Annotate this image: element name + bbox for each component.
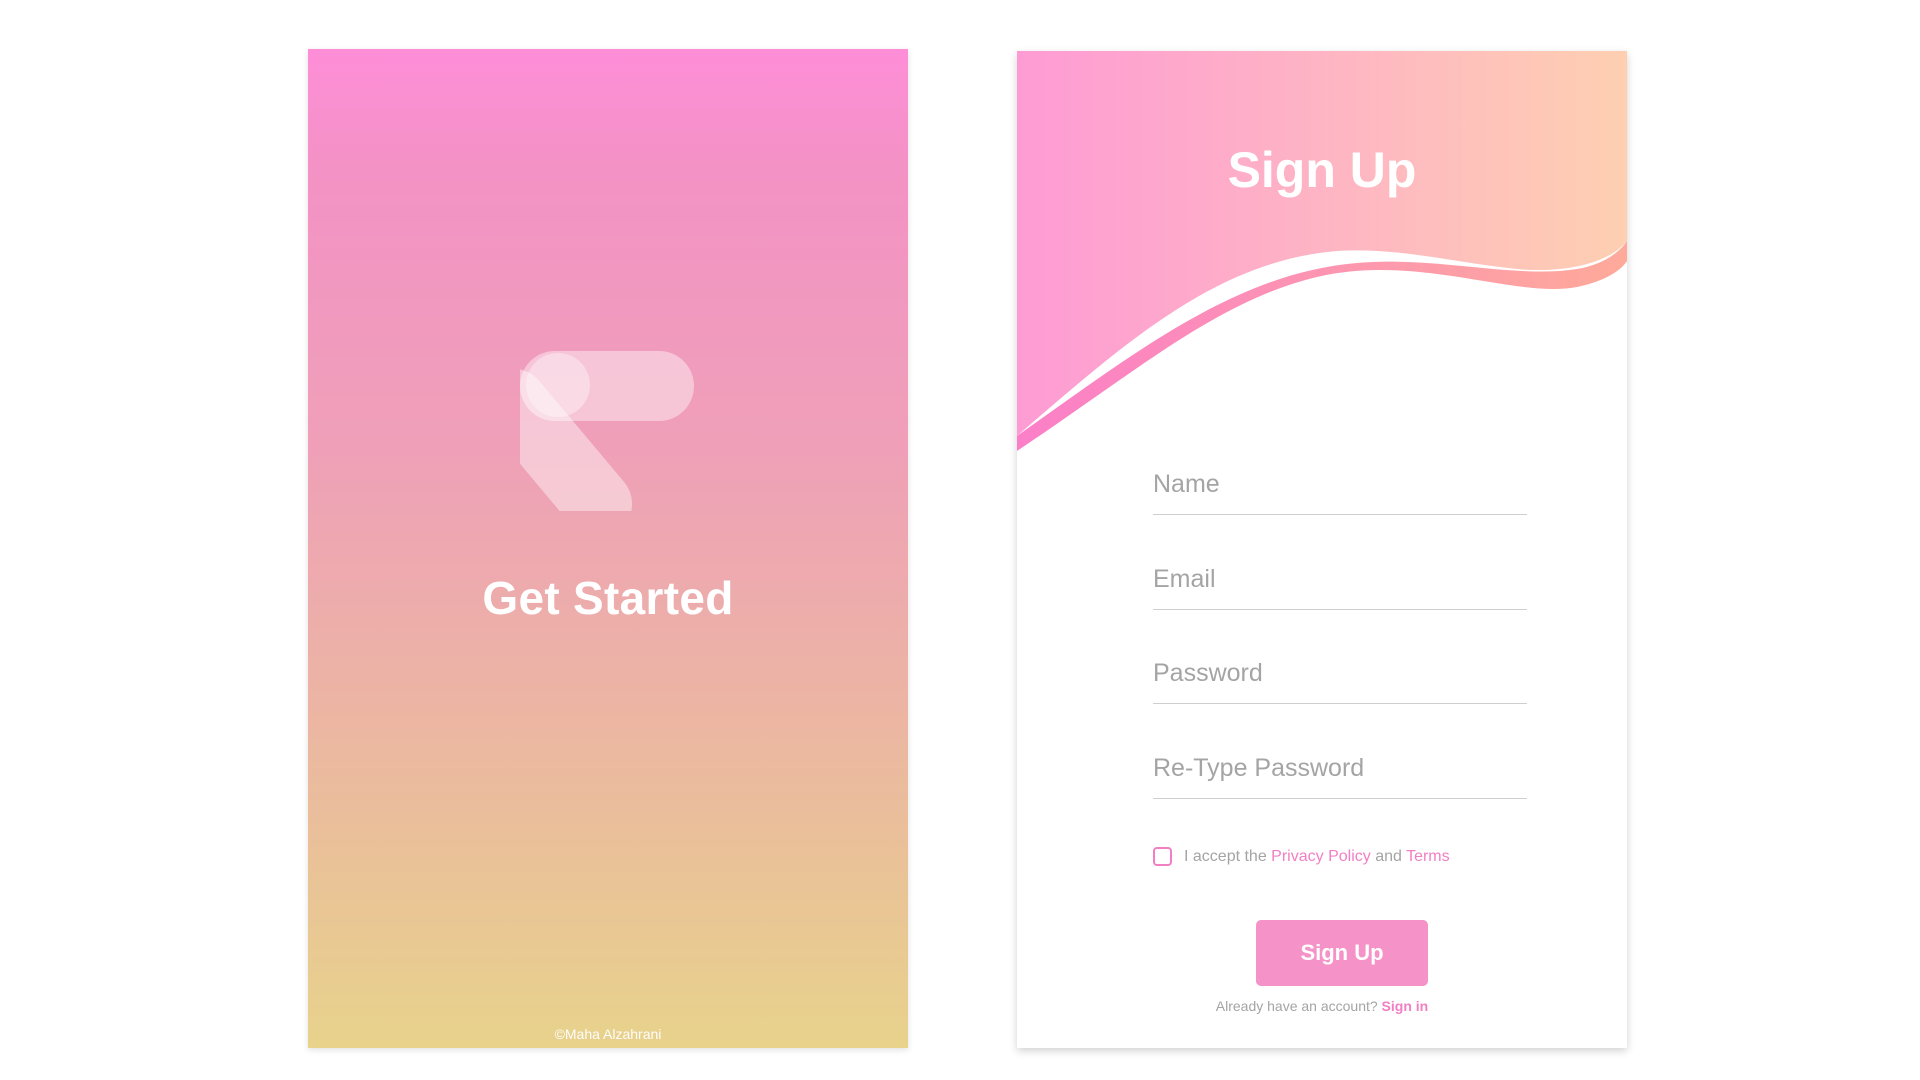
signup-title: Sign Up	[1227, 142, 1417, 198]
terms-checkbox[interactable]	[1153, 847, 1172, 866]
signup-button[interactable]: Sign Up	[1256, 920, 1428, 986]
retype-password-input[interactable]	[1153, 739, 1527, 798]
terms-text: I accept the Privacy Policy and Terms	[1184, 848, 1450, 866]
signin-link[interactable]: Sign in	[1382, 998, 1429, 1014]
signin-prompt: Already have an account?	[1215, 998, 1378, 1014]
email-input[interactable]	[1153, 550, 1527, 609]
name-field	[1153, 455, 1527, 515]
terms-prefix: I accept the	[1184, 847, 1267, 865]
privacy-policy-link[interactable]: Privacy Policy	[1271, 848, 1371, 865]
signin-line: Already have an account? Sign in	[1017, 998, 1627, 1014]
name-input[interactable]	[1153, 455, 1527, 514]
terms-row: I accept the Privacy Policy and Terms	[1153, 847, 1450, 866]
stage: Get Started ©Maha Alzahrani Sign Up Name…	[0, 0, 1920, 1080]
terms-conjunction: and	[1375, 847, 1402, 865]
copyright-text: ©Maha Alzahrani	[554, 1026, 662, 1042]
get-started-title: Get Started	[482, 572, 734, 624]
header-wave-background	[1017, 51, 1627, 451]
signup-screen: Sign Up I accept the Privacy Policy and …	[1017, 51, 1627, 1048]
retype-password-field	[1153, 739, 1527, 799]
email-field	[1153, 550, 1527, 610]
v-logo-icon	[520, 351, 694, 511]
password-input[interactable]	[1153, 644, 1527, 703]
password-field	[1153, 644, 1527, 704]
terms-link[interactable]: Terms	[1406, 848, 1450, 865]
get-started-screen: Get Started ©Maha Alzahrani	[308, 49, 908, 1048]
